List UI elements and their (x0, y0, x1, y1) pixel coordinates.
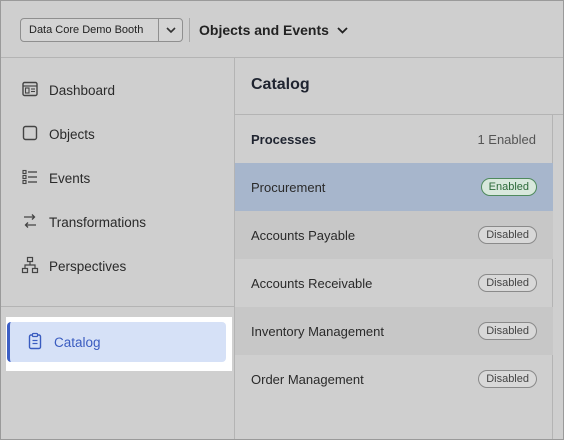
main-content: Catalog Processes 1 Enabled Procurement … (235, 58, 563, 439)
processes-heading: Processes (251, 131, 317, 147)
chevron-down-icon (337, 21, 348, 39)
transform-icon (21, 212, 39, 233)
process-row-accounts-receivable[interactable]: Accounts Receivable Disabled (235, 259, 553, 307)
processes-header: Processes 1 Enabled (235, 115, 552, 163)
process-name: Procurement (251, 179, 326, 195)
module-label: Objects and Events (199, 22, 329, 38)
sidebar-divider (1, 306, 234, 307)
sidebar-item-label: Catalog (54, 334, 101, 350)
status-badge: Disabled (478, 322, 537, 340)
process-row-inventory-management[interactable]: Inventory Management Disabled (235, 307, 553, 355)
app-window: Data Core Demo Booth Objects and Events … (0, 0, 564, 440)
sidebar-item-label: Dashboard (49, 82, 116, 98)
sidebar-item-label: Transformations (49, 214, 147, 230)
divider (189, 18, 190, 42)
process-name: Order Management (251, 371, 364, 387)
top-bar: Data Core Demo Booth Objects and Events (1, 1, 563, 58)
sidebar-item-label: Objects (49, 126, 95, 142)
sidebar-item-perspectives[interactable]: Perspectives (21, 252, 126, 280)
workspace-label: Data Core Demo Booth (29, 24, 144, 36)
sidebar-item-transformations[interactable]: Transformations (21, 208, 146, 236)
status-badge: Disabled (478, 274, 537, 292)
square-icon (21, 124, 39, 145)
sidebar-item-dashboard[interactable]: Dashboard (21, 76, 115, 104)
process-row-accounts-payable[interactable]: Accounts Payable Disabled (235, 211, 553, 259)
status-badge: Disabled (478, 226, 537, 244)
clipboard-icon (26, 332, 44, 353)
module-selector[interactable]: Objects and Events (199, 18, 348, 42)
sidebar: Dashboard Objects Events Transformations… (1, 58, 235, 439)
workspace-selector[interactable]: Data Core Demo Booth (20, 18, 183, 42)
process-row-procurement[interactable]: Procurement Enabled (235, 163, 553, 211)
sidebar-item-objects[interactable]: Objects (21, 120, 95, 148)
sidebar-item-label: Perspectives (49, 258, 127, 274)
sidebar-item-catalog[interactable]: Catalog (7, 322, 226, 362)
dashboard-icon (21, 80, 39, 101)
sidebar-item-label: Events (49, 170, 91, 186)
sidebar-item-events[interactable]: Events (21, 164, 90, 192)
enabled-count: 1 Enabled (477, 131, 536, 147)
process-name: Accounts Receivable (251, 275, 373, 291)
list-icon (21, 168, 39, 189)
process-row-order-management[interactable]: Order Management Disabled (235, 355, 553, 403)
status-badge: Enabled (480, 178, 537, 196)
chevron-down-icon[interactable] (158, 19, 182, 41)
hierarchy-icon (21, 256, 39, 277)
processes-panel: Processes 1 Enabled Procurement Enabled … (235, 115, 553, 439)
process-name: Accounts Payable (251, 227, 356, 243)
process-name: Inventory Management (251, 323, 384, 339)
status-badge: Disabled (478, 370, 537, 388)
page-title: Catalog (251, 76, 310, 93)
